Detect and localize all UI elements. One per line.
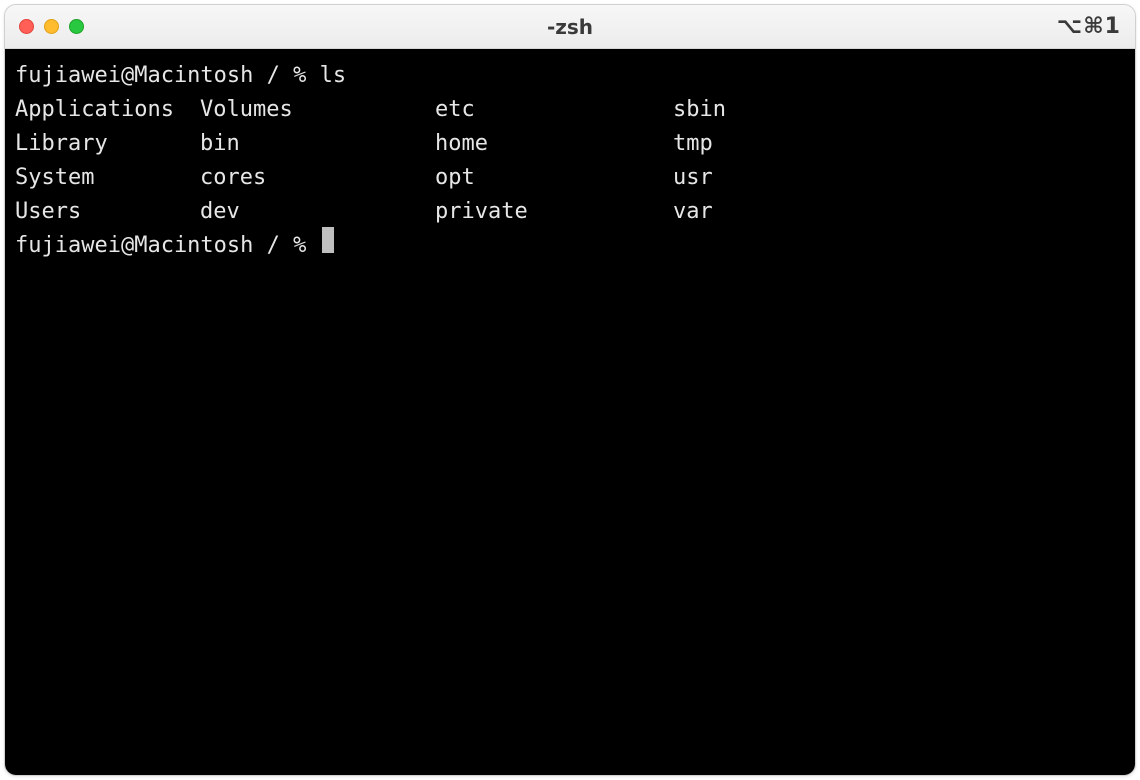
ls-item: bin bbox=[200, 127, 435, 161]
minimize-button[interactable] bbox=[44, 19, 59, 34]
ls-item: Library bbox=[15, 127, 200, 161]
tab-shortcut-indicator: ⌥⌘1 bbox=[1057, 14, 1121, 39]
ls-output: ApplicationsVolumesetcsbin Librarybinhome… bbox=[15, 93, 1125, 229]
ls-item: System bbox=[15, 161, 200, 195]
terminal-content[interactable]: fujiawei@Macintosh / % lsApplicationsVol… bbox=[5, 49, 1135, 775]
ls-item: opt bbox=[435, 161, 673, 195]
prompt-text: fujiawei@Macintosh / % bbox=[15, 229, 320, 263]
command-text: ls bbox=[320, 59, 347, 93]
ls-item: sbin bbox=[673, 93, 1125, 127]
maximize-button[interactable] bbox=[69, 19, 84, 34]
ls-item: Volumes bbox=[200, 93, 435, 127]
ls-item: Users bbox=[15, 195, 200, 229]
ls-item: cores bbox=[200, 161, 435, 195]
window-title: -zsh bbox=[5, 15, 1135, 39]
ls-item: tmp bbox=[673, 127, 1125, 161]
ls-item: var bbox=[673, 195, 1125, 229]
ls-item: etc bbox=[435, 93, 673, 127]
traffic-lights bbox=[19, 19, 84, 34]
terminal-window: -zsh ⌥⌘1 fujiawei@Macintosh / % lsApplic… bbox=[4, 4, 1136, 776]
ls-item: private bbox=[435, 195, 673, 229]
ls-item: home bbox=[435, 127, 673, 161]
ls-item: Applications bbox=[15, 93, 200, 127]
ls-item: dev bbox=[200, 195, 435, 229]
prompt-text: fujiawei@Macintosh / % bbox=[15, 59, 320, 93]
cursor bbox=[322, 227, 334, 253]
titlebar: -zsh ⌥⌘1 bbox=[5, 5, 1135, 49]
close-button[interactable] bbox=[19, 19, 34, 34]
ls-item: usr bbox=[673, 161, 1125, 195]
